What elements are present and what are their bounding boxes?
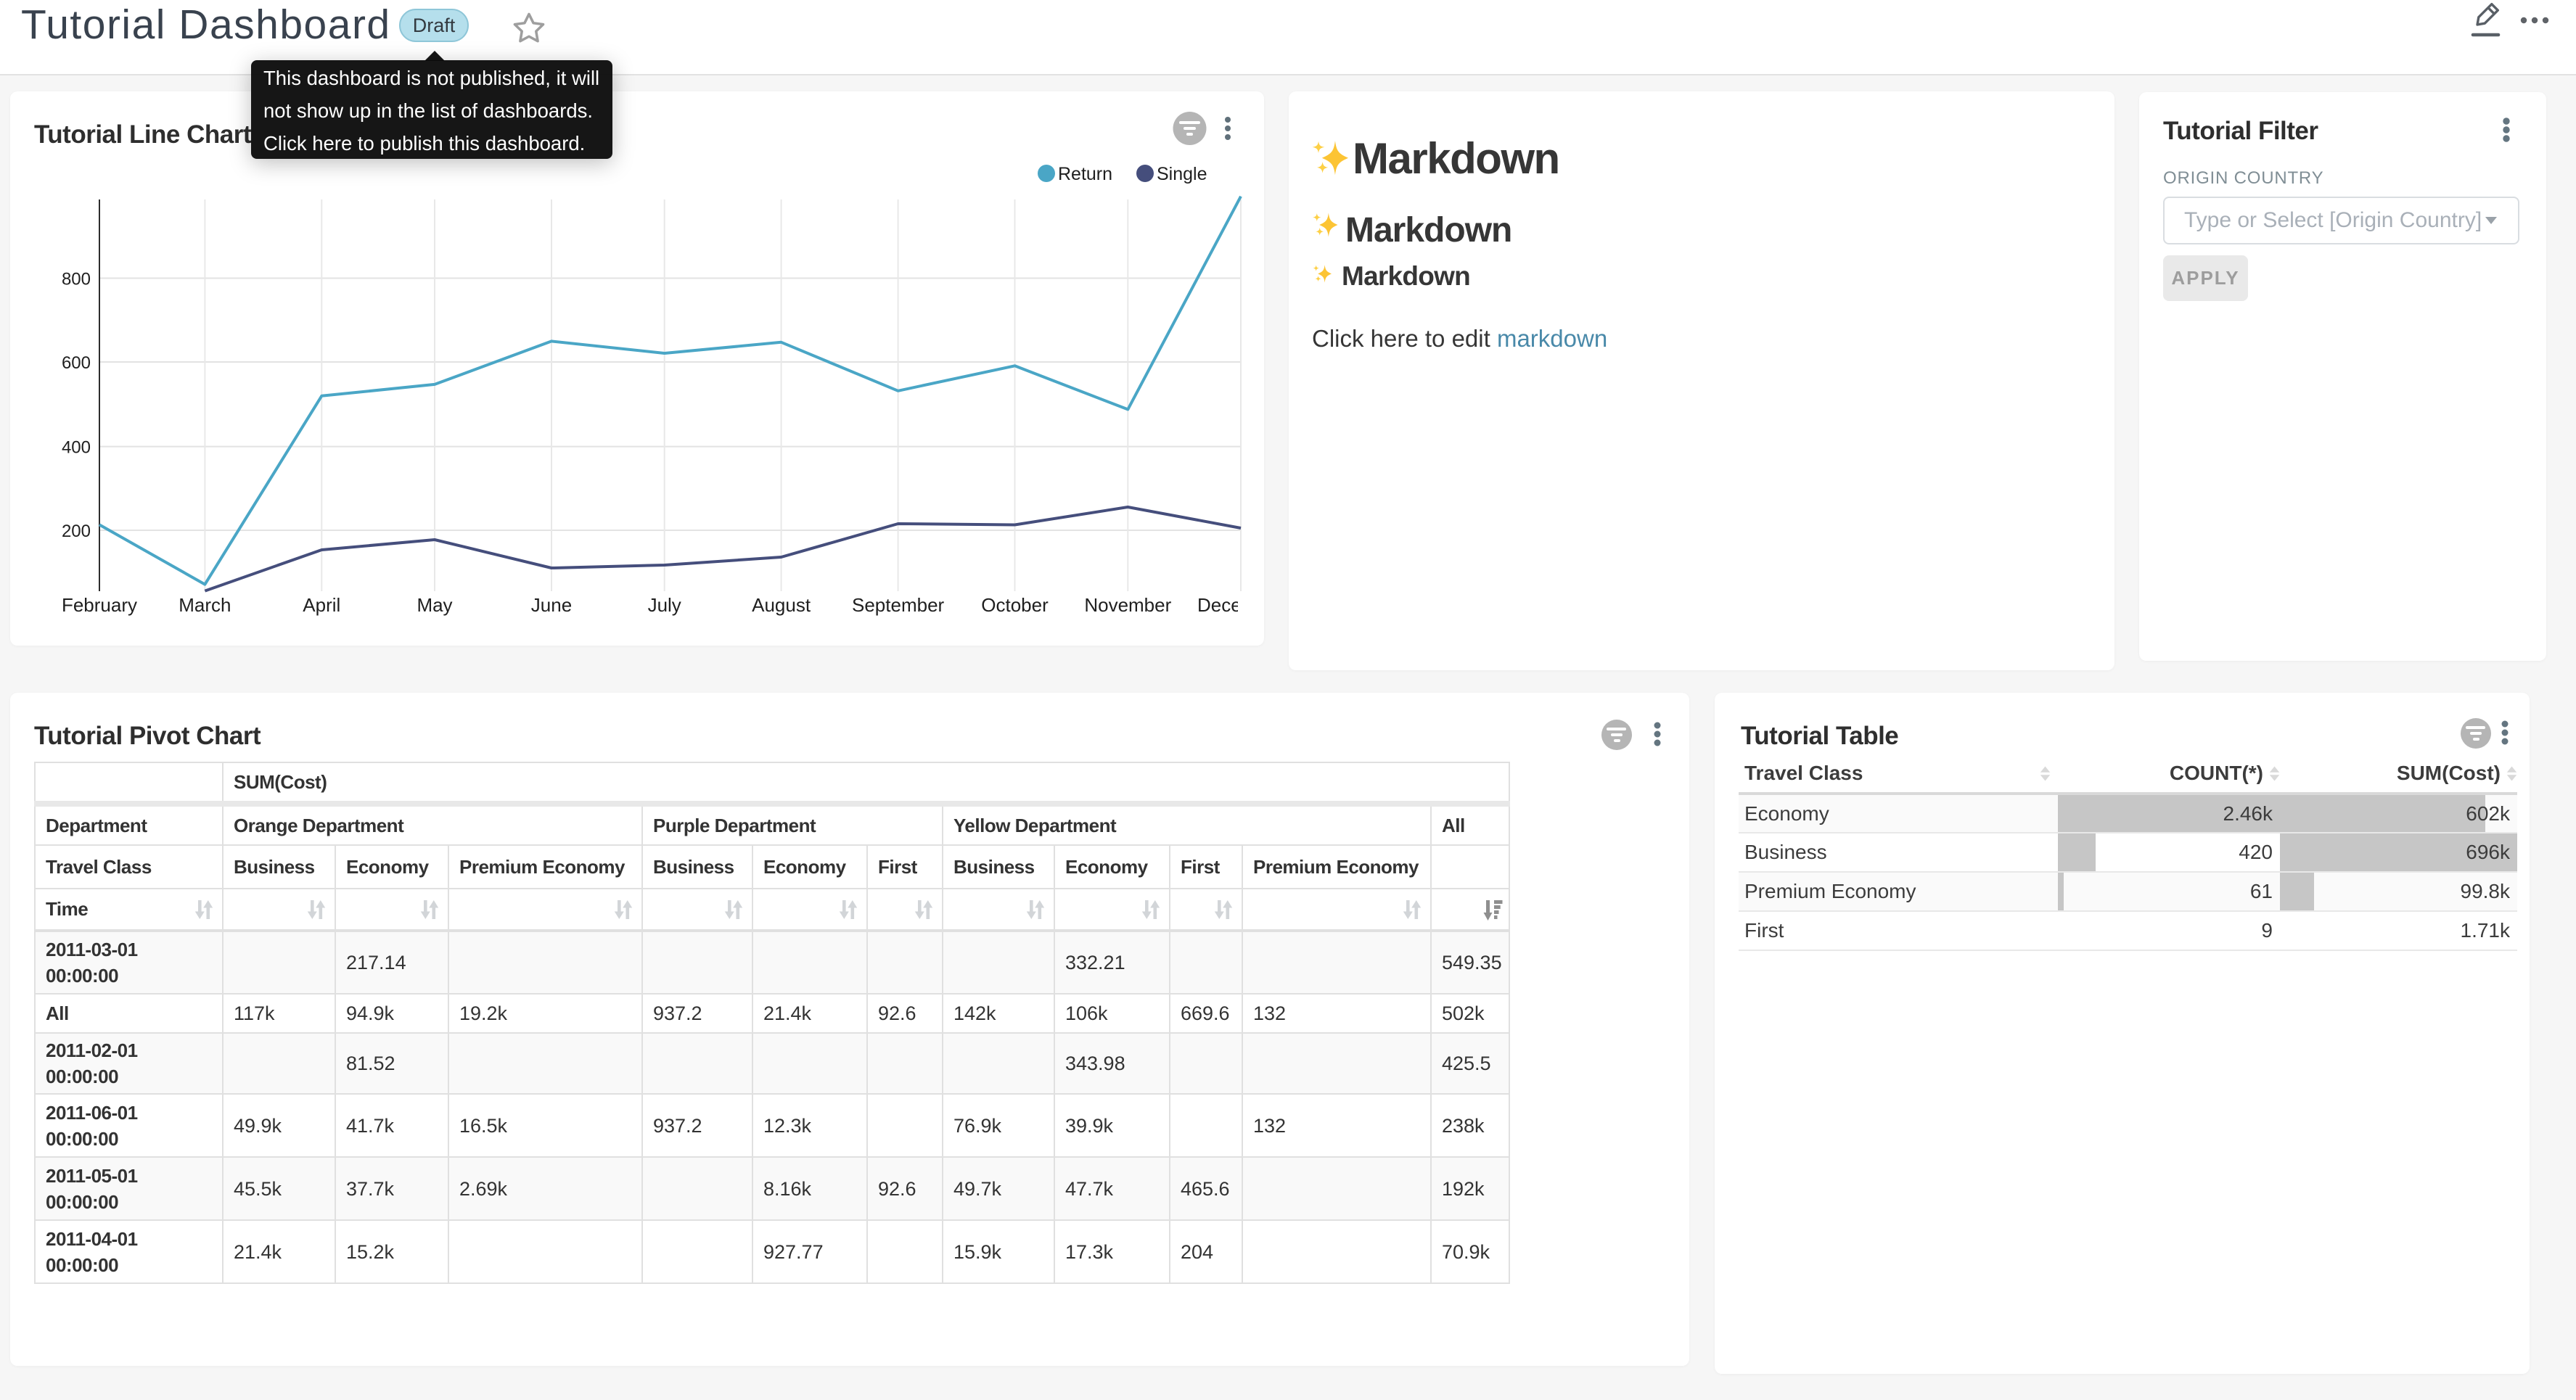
svg-text:200: 200	[62, 522, 91, 541]
svg-text:March: March	[179, 594, 231, 616]
svg-text:800: 800	[62, 270, 91, 289]
svg-text:May: May	[417, 594, 452, 616]
svg-text:Return: Return	[1058, 164, 1112, 184]
svg-text:August: August	[752, 594, 811, 616]
svg-text:October: October	[981, 594, 1049, 616]
svg-text:September: September	[852, 594, 945, 616]
svg-text:February: February	[62, 594, 137, 616]
svg-text:June: June	[531, 594, 572, 616]
svg-text:400: 400	[62, 438, 91, 458]
svg-text:Single: Single	[1157, 164, 1207, 184]
svg-text:April: April	[303, 594, 340, 616]
svg-text:December: December	[1197, 594, 1247, 616]
svg-text:November: November	[1084, 594, 1171, 616]
svg-text:July: July	[648, 594, 681, 616]
svg-text:600: 600	[62, 353, 91, 373]
